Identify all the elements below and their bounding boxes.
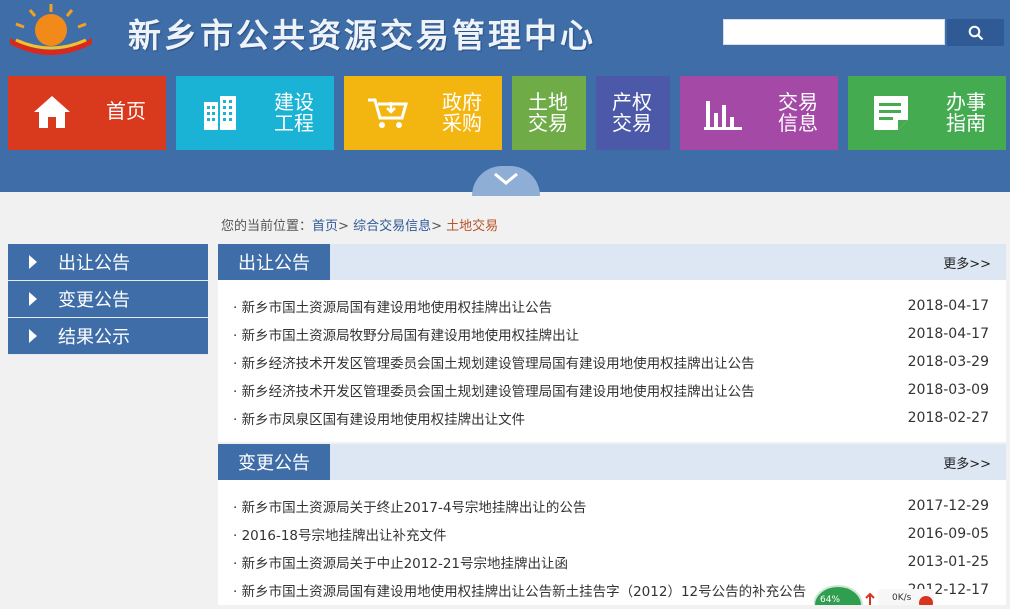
list-item: · 新乡市凤泉区国有建设用地使用权挂牌出让文件 2018-02-27 <box>218 404 1006 432</box>
list-item-date: 2018-03-29 <box>907 354 989 370</box>
list-item-title[interactable]: · 新乡经济技术开发区管理委员会国土规划建设管理局国有建设用地使用权挂牌出让公告 <box>233 352 755 372</box>
breadcrumb-current: 土地交易 <box>446 219 499 234</box>
main-nav: 首页 建设 工程 政府 采购 土地 交易 产权 交易 交易 信息 办事 指南 <box>0 76 1010 150</box>
panel-title: 出让公告 <box>218 244 330 280</box>
nav-trade-info[interactable]: 交易 信息 <box>680 76 838 150</box>
breadcrumb-home[interactable]: 首页 <box>312 219 338 234</box>
list-item: · 新乡市国土资源局关于中止2012-21号宗地挂牌出让函 2013-01-25 <box>218 548 1006 576</box>
panel-transfer-notice: 出让公告 更多>> · 新乡市国土资源局国有建设用地使用权挂牌出让公告 2018-… <box>218 244 1006 442</box>
panel-change-notice: 变更公告 更多>> · 新乡市国土资源局关于终止2017-4号宗地挂牌出让的公告… <box>218 444 1006 605</box>
nav-construction-label: 建设 工程 <box>274 90 314 135</box>
list-item-title[interactable]: · 新乡经济技术开发区管理委员会国土规划建设管理局国有建设用地使用权挂牌出让公告 <box>233 380 755 400</box>
notice-list: · 新乡市国土资源局国有建设用地使用权挂牌出让公告 2018-04-17 · 新乡… <box>218 280 1006 432</box>
nav-home-label: 首页 <box>106 99 146 123</box>
triangle-right-icon <box>29 255 37 269</box>
list-item-date: 2016-09-05 <box>907 526 989 542</box>
list-item-date: 2013-01-25 <box>907 554 989 570</box>
list-item: · 新乡经济技术开发区管理委员会国土规划建设管理局国有建设用地使用权挂牌出让公告… <box>218 376 1006 404</box>
list-item: · 新乡经济技术开发区管理委员会国土规划建设管理局国有建设用地使用权挂牌出让公告… <box>218 348 1006 376</box>
breadcrumb-trade-info[interactable]: 综合交易信息 <box>353 219 431 234</box>
nav-land-label: 土地 交易 <box>528 90 568 135</box>
list-item: · 新乡市国土资源局国有建设用地使用权挂牌出让公告 2018-04-17 <box>218 292 1006 320</box>
logo-icon <box>10 4 92 55</box>
sidebar-item-result-notice[interactable]: 结果公示 <box>8 318 208 355</box>
more-link[interactable]: 更多>> <box>943 453 991 472</box>
header-bar: 新乡市公共资源交易管理中心 首页 建设 工程 政府 采购 土地 交易 产权 交易… <box>0 0 1010 192</box>
sidebar-item-label: 结果公示 <box>58 327 130 348</box>
list-item-title[interactable]: · 新乡市国土资源局国有建设用地使用权挂牌出让公告 <box>233 296 552 316</box>
list-item-date: 2017-12-29 <box>907 498 989 514</box>
sidebar-item-transfer-notice[interactable]: 出让公告 <box>8 244 208 281</box>
network-speed-widget[interactable]: 64% 0K/s <box>813 583 940 609</box>
breadcrumb: 您的当前位置：首页> 综合交易信息> 土地交易 <box>221 215 498 234</box>
list-item-date: 2018-04-17 <box>907 298 989 314</box>
building-icon <box>204 96 236 130</box>
nav-service-guide-label: 办事 指南 <box>946 90 986 135</box>
triangle-right-icon <box>29 292 37 306</box>
nav-construction[interactable]: 建设 工程 <box>176 76 334 150</box>
list-item: · 2016-18号宗地挂牌出让补充文件 2016-09-05 <box>218 520 1006 548</box>
list-item-title[interactable]: · 新乡市国土资源局关于终止2017-4号宗地挂牌出让的公告 <box>233 496 586 516</box>
sidebar-item-label: 出让公告 <box>58 253 130 274</box>
network-speed-text: 0K/s <box>892 593 912 603</box>
nav-procurement-label: 政府 采购 <box>442 90 482 135</box>
nav-property-label: 产权 交易 <box>612 90 652 135</box>
chevron-down-icon <box>494 172 518 185</box>
sidebar-item-change-notice[interactable]: 变更公告 <box>8 281 208 318</box>
nav-land-trade[interactable]: 土地 交易 <box>512 76 586 150</box>
list-item-date: 2018-02-27 <box>907 410 989 426</box>
gauge-percent: 64% <box>820 595 841 605</box>
list-item-title[interactable]: · 新乡市国土资源局国有建设用地使用权挂牌出让公告新土挂告字（2012）12号公… <box>233 580 806 600</box>
list-item-date: 2018-04-17 <box>907 326 989 342</box>
breadcrumb-separator: > <box>431 219 442 234</box>
nav-service-guide[interactable]: 办事 指南 <box>848 76 1006 150</box>
breadcrumb-prefix: 您的当前位置： <box>221 219 313 234</box>
nav-property-trade[interactable]: 产权 交易 <box>596 76 670 150</box>
list-item: · 新乡市国土资源局关于终止2017-4号宗地挂牌出让的公告 2017-12-29 <box>218 492 1006 520</box>
panel-header: 变更公告 更多>> <box>218 444 1006 480</box>
shopping-cart-icon <box>368 98 408 128</box>
sidebar-item-label: 变更公告 <box>58 290 130 311</box>
nav-home[interactable]: 首页 <box>8 76 166 150</box>
nav-procurement[interactable]: 政府 采购 <box>344 76 502 150</box>
search-button[interactable] <box>947 19 1004 46</box>
bar-chart-icon <box>704 101 742 130</box>
site-title: 新乡市公共资源交易管理中心 <box>128 16 596 55</box>
search-input[interactable] <box>723 19 945 45</box>
breadcrumb-separator: > <box>338 219 349 234</box>
panel-header: 出让公告 更多>> <box>218 244 1006 280</box>
home-icon <box>34 96 70 128</box>
triangle-right-icon <box>29 329 37 343</box>
document-icon <box>874 96 908 130</box>
list-item-date: 2018-03-09 <box>907 382 989 398</box>
list-item-title[interactable]: · 新乡市国土资源局牧野分局国有建设用地使用权挂牌出让 <box>233 324 579 344</box>
list-item-title[interactable]: · 新乡市国土资源局关于中止2012-21号宗地挂牌出让函 <box>233 552 568 572</box>
list-item-title[interactable]: · 2016-18号宗地挂牌出让补充文件 <box>233 524 447 544</box>
search-icon <box>968 25 983 40</box>
more-link[interactable]: 更多>> <box>943 253 991 272</box>
list-item: · 新乡市国土资源局牧野分局国有建设用地使用权挂牌出让 2018-04-17 <box>218 320 1006 348</box>
sidebar: 出让公告 变更公告 结果公示 <box>8 244 208 355</box>
panel-title: 变更公告 <box>218 444 330 480</box>
nav-trade-info-label: 交易 信息 <box>778 90 818 135</box>
list-item-title[interactable]: · 新乡市凤泉区国有建设用地使用权挂牌出让文件 <box>233 408 525 428</box>
